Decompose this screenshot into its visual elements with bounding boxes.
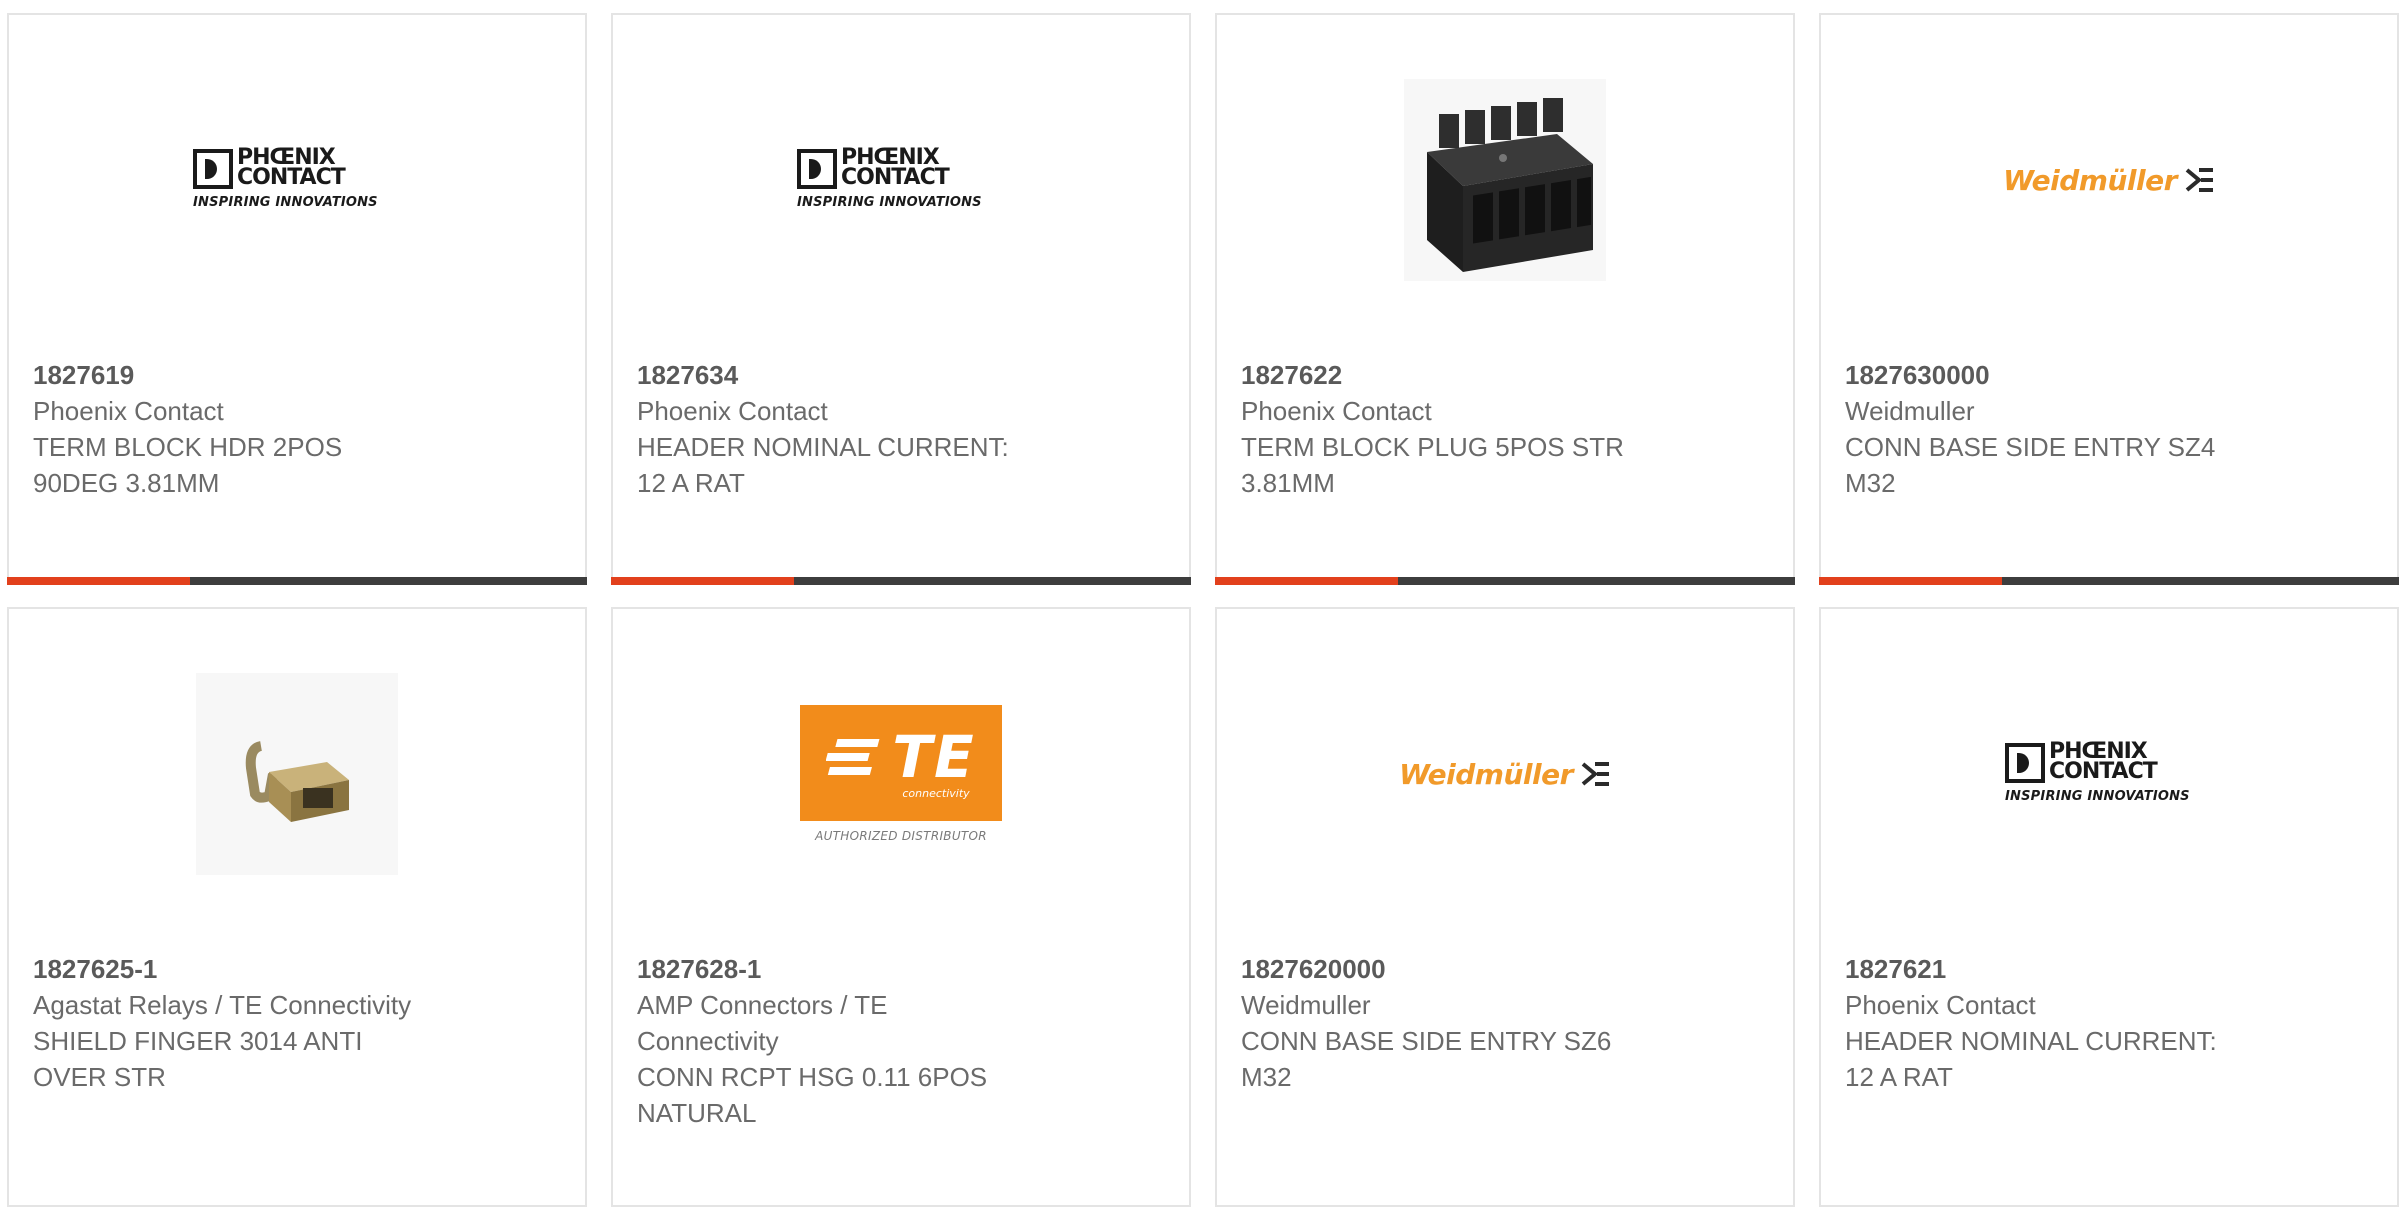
- product-image[interactable]: Weidmüller: [1821, 15, 2397, 345]
- weidmuller-logo: Weidmüller: [1399, 758, 1611, 791]
- terminal-block-plug-photo: [1404, 79, 1606, 281]
- manufacturer: Phoenix Contact: [1241, 396, 1432, 426]
- product-image[interactable]: [9, 609, 585, 939]
- description-line: 12 A RAT: [637, 468, 745, 498]
- description-line: TERM BLOCK PLUG 5POS STR: [1241, 432, 1624, 462]
- product-card[interactable]: PHŒNIX CONTACT INSPIRING INNOVATIONS 182…: [611, 13, 1191, 585]
- part-number[interactable]: 1827625-1: [33, 951, 493, 987]
- product-card[interactable]: Weidmüller 1827630000 Weidmuller CONN BA…: [1819, 13, 2399, 585]
- part-number[interactable]: 1827634: [637, 357, 1097, 393]
- part-number[interactable]: 1827622: [1241, 357, 1701, 393]
- product-info: 1827630000 Weidmuller CONN BASE SIDE ENT…: [1845, 357, 2305, 501]
- card-accent-bar: [1215, 577, 1795, 585]
- manufacturer: Weidmuller: [1845, 396, 1975, 426]
- manufacturer: Phoenix Contact: [33, 396, 224, 426]
- part-number[interactable]: 1827621: [1845, 951, 2305, 987]
- part-number[interactable]: 1827628-1: [637, 951, 1097, 987]
- te-connectivity-logo: TE connectivity AUTHORIZED DISTRIBUTOR: [800, 705, 1002, 843]
- phoenix-contact-logo: PHŒNIX CONTACT INSPIRING INNOVATIONS: [193, 145, 378, 210]
- product-info: 1827620000 Weidmuller CONN BASE SIDE ENT…: [1241, 951, 1701, 1095]
- manufacturer: AMP Connectors / TE: [637, 990, 888, 1020]
- description-line: SHIELD FINGER 3014 ANTI: [33, 1026, 363, 1056]
- product-info: 1827619 Phoenix Contact TERM BLOCK HDR 2…: [33, 357, 493, 501]
- product-card[interactable]: 1827625-1 Agastat Relays / TE Connectivi…: [7, 607, 587, 1207]
- manufacturer: Connectivity: [637, 1026, 779, 1056]
- product-grid: PHŒNIX CONTACT INSPIRING INNOVATIONS 182…: [7, 13, 2400, 1229]
- card-accent-bar: [1819, 577, 2399, 585]
- product-info: 1827622 Phoenix Contact TERM BLOCK PLUG …: [1241, 357, 1701, 501]
- description-line: HEADER NOMINAL CURRENT:: [1845, 1026, 2217, 1056]
- part-number[interactable]: 1827619: [33, 357, 493, 393]
- card-accent-bar: [611, 577, 1191, 585]
- shield-finger-photo: [196, 673, 398, 875]
- part-number[interactable]: 1827630000: [1845, 357, 2305, 393]
- card-accent-bar: [7, 577, 587, 585]
- product-row: PHŒNIX CONTACT INSPIRING INNOVATIONS 182…: [7, 13, 2400, 585]
- product-card[interactable]: PHŒNIX CONTACT INSPIRING INNOVATIONS 182…: [7, 13, 587, 585]
- weidmuller-logo: Weidmüller: [2003, 164, 2215, 197]
- description-line: M32: [1845, 468, 1896, 498]
- phoenix-contact-logo: PHŒNIX CONTACT INSPIRING INNOVATIONS: [2005, 739, 2190, 804]
- manufacturer: Agastat Relays / TE Connectivity: [33, 990, 412, 1020]
- product-card[interactable]: TE connectivity AUTHORIZED DISTRIBUTOR 1…: [611, 607, 1191, 1207]
- phoenix-contact-logo: PHŒNIX CONTACT INSPIRING INNOVATIONS: [797, 145, 982, 210]
- manufacturer: Phoenix Contact: [637, 396, 828, 426]
- product-image[interactable]: PHŒNIX CONTACT INSPIRING INNOVATIONS: [9, 15, 585, 345]
- product-info: 1827625-1 Agastat Relays / TE Connectivi…: [33, 951, 493, 1095]
- description-line: 3.81MM: [1241, 468, 1335, 498]
- product-image[interactable]: PHŒNIX CONTACT INSPIRING INNOVATIONS: [613, 15, 1189, 345]
- product-info: 1827621 Phoenix Contact HEADER NOMINAL C…: [1845, 951, 2305, 1095]
- manufacturer: Phoenix Contact: [1845, 990, 2036, 1020]
- description-line: CONN RCPT HSG 0.11 6POS: [637, 1062, 988, 1092]
- product-image[interactable]: TE connectivity AUTHORIZED DISTRIBUTOR: [613, 609, 1189, 939]
- product-row: 1827625-1 Agastat Relays / TE Connectivi…: [7, 607, 2400, 1207]
- product-info: 1827628-1 AMP Connectors / TE Connectivi…: [637, 951, 1097, 1131]
- product-image[interactable]: [1217, 15, 1793, 345]
- description-line: HEADER NOMINAL CURRENT:: [637, 432, 1009, 462]
- description-line: TERM BLOCK HDR 2POS: [33, 432, 343, 462]
- product-image[interactable]: Weidmüller: [1217, 609, 1793, 939]
- part-number[interactable]: 1827620000: [1241, 951, 1701, 987]
- product-card[interactable]: 1827622 Phoenix Contact TERM BLOCK PLUG …: [1215, 13, 1795, 585]
- description-line: 90DEG 3.81MM: [33, 468, 220, 498]
- manufacturer: Weidmuller: [1241, 990, 1371, 1020]
- product-card[interactable]: PHŒNIX CONTACT INSPIRING INNOVATIONS 182…: [1819, 607, 2399, 1207]
- product-image[interactable]: PHŒNIX CONTACT INSPIRING INNOVATIONS: [1821, 609, 2397, 939]
- product-info: 1827634 Phoenix Contact HEADER NOMINAL C…: [637, 357, 1097, 501]
- description-line: CONN BASE SIDE ENTRY SZ6: [1241, 1026, 1612, 1056]
- description-line: CONN BASE SIDE ENTRY SZ4: [1845, 432, 2216, 462]
- product-card[interactable]: Weidmüller 1827620000 Weidmuller CONN BA…: [1215, 607, 1795, 1207]
- description-line: NATURAL: [637, 1098, 757, 1128]
- description-line: OVER STR: [33, 1062, 166, 1092]
- description-line: 12 A RAT: [1845, 1062, 1953, 1092]
- description-line: M32: [1241, 1062, 1292, 1092]
